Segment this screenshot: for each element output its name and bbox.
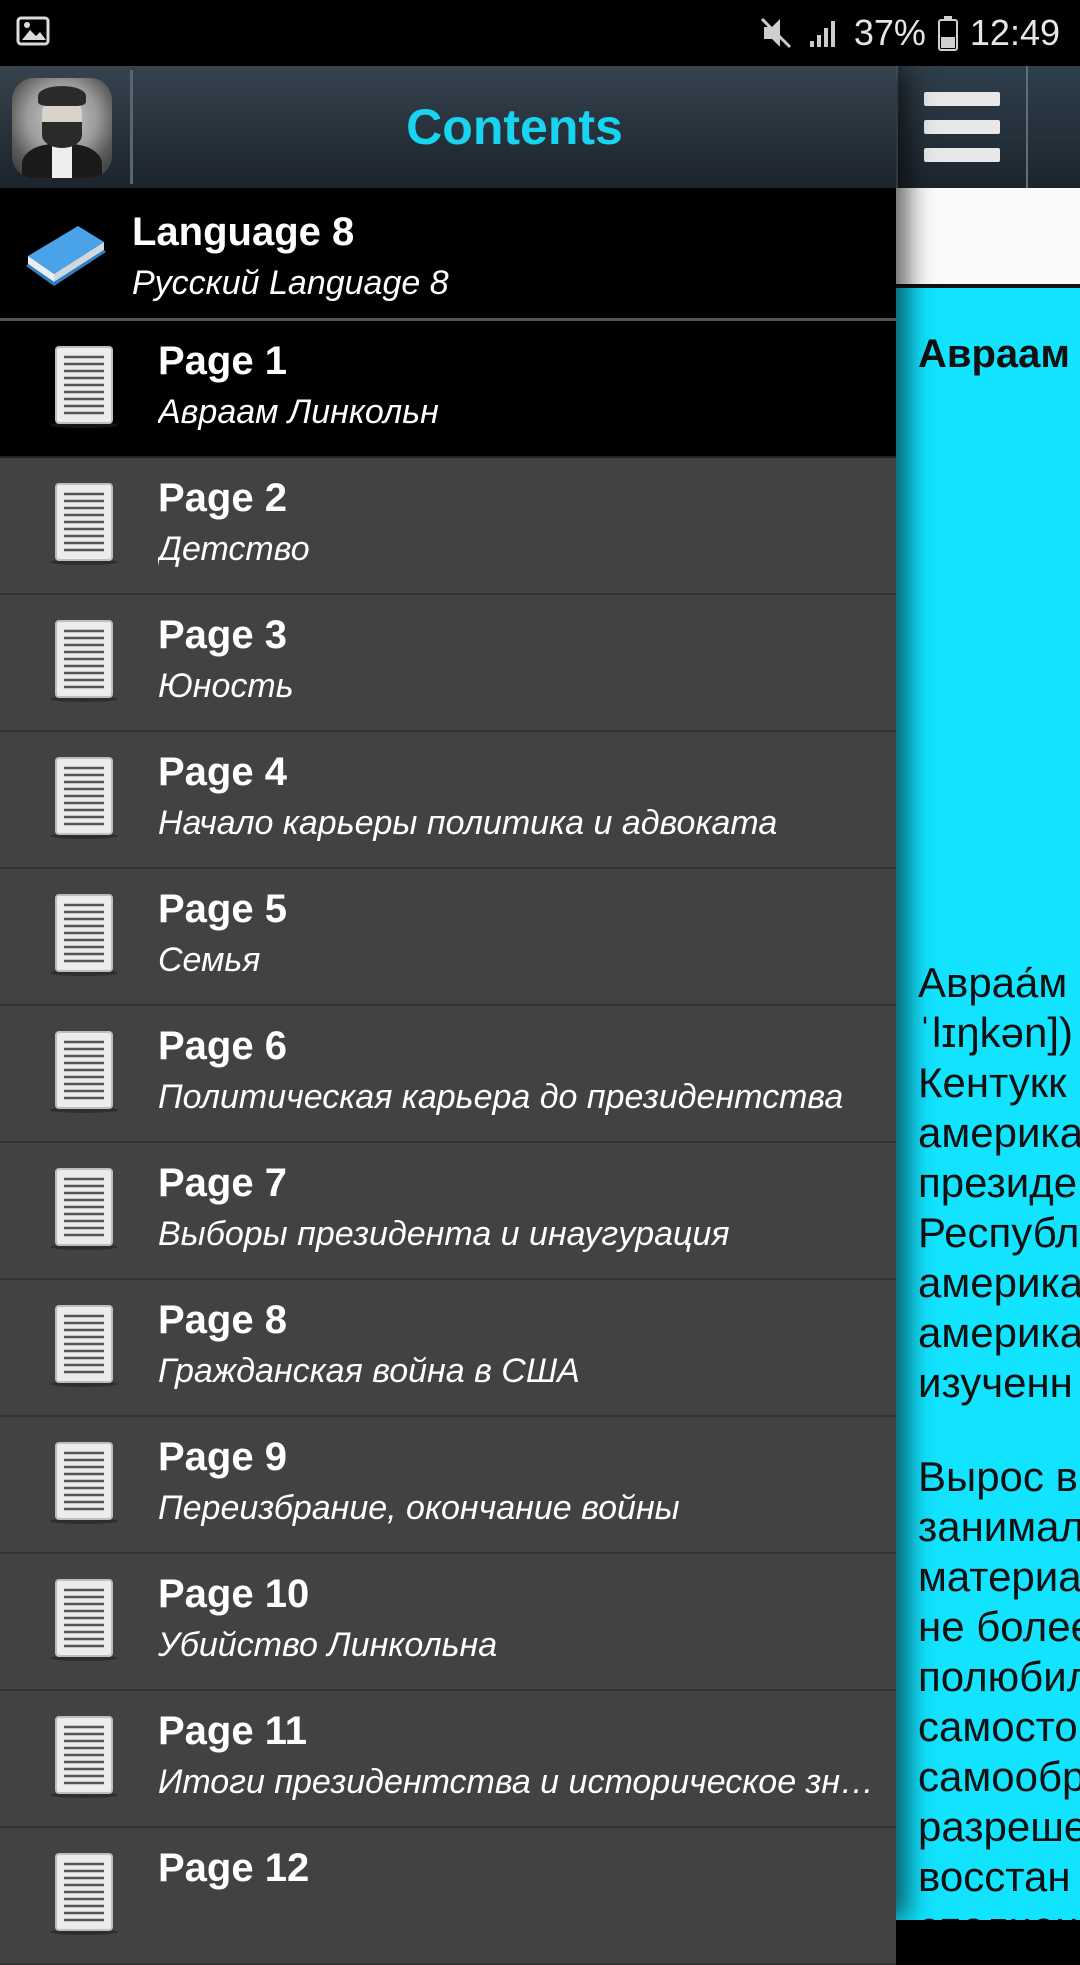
hamburger-icon [924,92,1000,162]
document-icon [48,482,120,566]
status-bar: 37% 12:49 [0,0,1080,66]
list-item-page-7[interactable]: Page 7 Выборы президента и инаугурация [0,1143,896,1280]
drawer-header: Contents [0,66,896,188]
document-icon [48,1167,120,1251]
item-subtitle: Гражданская война в США [158,1352,580,1390]
content-heading: Авраам [918,332,1070,376]
item-title: Page 5 [158,887,287,931]
item-title: Page 9 [158,1435,287,1479]
item-title: Page 12 [158,1846,310,1890]
avatar[interactable] [12,78,112,178]
battery-percent: 37% [853,12,926,53]
document-icon [48,1578,120,1662]
content-search-strip [896,188,1080,288]
document-icon [48,1852,120,1936]
list-item-page-9[interactable]: Page 9 Переизбрание, окончание войны [0,1417,896,1554]
document-icon [48,1030,120,1114]
list-item-page-12[interactable]: Page 12 [0,1828,896,1965]
signal-icon [809,21,835,47]
content-paragraph-1: Авраа́м ˈlɪŋkən]) ( Кентукк америка през… [918,959,1080,1406]
content-paragraph-2: Вырос в занимал материа не более полюбил… [918,1453,1080,1920]
battery-icon [937,16,958,51]
item-title: Page 1 [158,339,287,383]
item-title: Page 11 [158,1709,308,1753]
book-title: Language 8 [132,210,355,254]
item-subtitle: Авраам Линкольн [158,393,439,431]
list-item-page-2[interactable]: Page 2 Детство [0,458,896,595]
item-subtitle: Детство [158,530,310,568]
document-icon [48,345,120,429]
book-icon [26,226,106,286]
document-icon [48,893,120,977]
document-icon [48,1441,120,1525]
list-item-page-4[interactable]: Page 4 Начало карьеры политика и адвокат… [0,732,896,869]
menu-button[interactable] [896,66,1028,188]
item-subtitle: Выборы президента и инаугурация [158,1215,730,1253]
document-icon [48,1715,120,1799]
content-panel: Авраам Авраа́м ˈlɪŋkən]) ( Кентукк амери… [896,288,1080,1920]
item-subtitle: Юность [158,667,294,705]
navigation-drawer: Contents Language 8 Русский Language 8 P… [0,66,896,1965]
list-item-page-6[interactable]: Page 6 Политическая карьера до президент… [0,1006,896,1143]
image-icon [16,16,50,46]
item-subtitle: Политическая карьера до президентства [158,1078,844,1116]
item-subtitle: Начало карьеры политика и адвоката [158,804,778,842]
list-item-page-11[interactable]: Page 11 Итоги президентства и историческ… [0,1691,896,1828]
item-title: Page 3 [158,613,287,657]
item-title: Page 7 [158,1161,287,1205]
page-title: Contents [406,99,623,155]
document-icon [48,756,120,840]
document-icon [48,619,120,703]
item-title: Page 8 [158,1298,287,1342]
list-item-page-8[interactable]: Page 8 Гражданская война в США [0,1280,896,1417]
list-item-page-10[interactable]: Page 10 Убийство Линкольна [0,1554,896,1691]
book-subtitle: Русский Language 8 [132,264,449,302]
mute-icon [760,17,791,49]
list-item-page-5[interactable]: Page 5 Семья [0,869,896,1006]
list-item-page-1[interactable]: Page 1 Авраам Линкольн [0,321,896,458]
item-subtitle: Итоги президентства и историческое зна..… [158,1763,880,1801]
book-header[interactable]: Language 8 Русский Language 8 [0,188,896,321]
chapter-list: Page 1 Авраам Линкольн Page 2 Детство Pa… [0,321,896,1965]
item-subtitle: Убийство Линкольна [158,1626,498,1664]
document-icon [48,1304,120,1388]
item-title: Page 10 [158,1572,310,1616]
item-title: Page 2 [158,476,287,520]
item-subtitle: Переизбрание, окончание войны [158,1489,680,1527]
list-item-page-3[interactable]: Page 3 Юность [0,595,896,732]
clock: 12:49 [969,12,1060,53]
item-title: Page 4 [158,750,287,794]
item-subtitle: Семья [158,941,261,979]
item-title: Page 6 [158,1024,287,1068]
